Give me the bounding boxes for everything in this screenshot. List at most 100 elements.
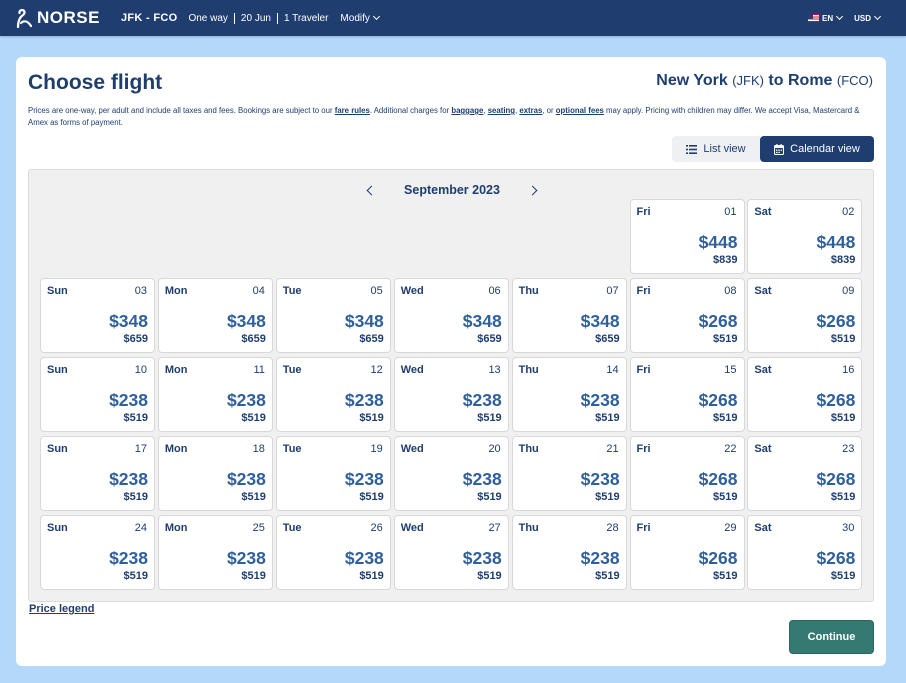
calendar-day-26[interactable]: Tue 26 $238 $519	[275, 515, 391, 590]
calendar-day-18[interactable]: Mon 18 $238 $519	[157, 436, 273, 511]
day-number: 25	[252, 522, 265, 534]
route-title: New York (JFK) to Rome (FCO)	[656, 72, 873, 90]
calendar-day-25[interactable]: Mon 25 $238 $519	[157, 515, 273, 590]
modify-label: Modify	[340, 12, 370, 24]
day-number: 07	[606, 285, 619, 297]
day-price: $238	[109, 390, 148, 410]
chevron-down-icon	[873, 12, 882, 21]
top-bar: NORSE JFK - FCO One way 20 Jun 1 Travele…	[0, 0, 906, 36]
day-name: Sun	[47, 285, 68, 297]
day-number: 11	[253, 364, 265, 376]
calendar-day-03[interactable]: Sun 03 $348 $659	[40, 278, 155, 353]
day-name: Sat	[754, 443, 772, 455]
day-price: $348	[580, 311, 620, 331]
day-secondary-price: $519	[477, 491, 502, 503]
header-tools: EN USD	[807, 0, 882, 36]
day-number: 16	[842, 364, 855, 376]
calendar-day-07[interactable]: Thu 07 $348 $659	[511, 278, 627, 353]
day-name: Tue	[282, 522, 302, 534]
day-number: 29	[724, 522, 737, 534]
day-price: $238	[344, 390, 384, 410]
day-secondary-price: $519	[477, 570, 502, 582]
day-price: $268	[816, 311, 856, 331]
day-price: $238	[580, 469, 620, 489]
calendar-day-20[interactable]: Wed 20 $238 $519	[393, 436, 509, 511]
day-secondary-price: $519	[123, 570, 148, 582]
baggage-link[interactable]: baggage	[451, 106, 483, 115]
day-number: 20	[488, 443, 501, 455]
day-name: Sat	[754, 285, 772, 297]
calendar-day-24[interactable]: Sun 24 $238 $519	[40, 515, 155, 590]
calendar-day-27[interactable]: Wed 27 $238 $519	[393, 515, 509, 590]
fare-rules-link[interactable]: fare rules	[335, 106, 370, 115]
day-secondary-price: $519	[359, 570, 384, 582]
calendar-day-09[interactable]: Sat 09 $268 $519	[747, 278, 863, 353]
previous-month-button[interactable]	[358, 180, 382, 200]
day-number: 06	[488, 285, 501, 297]
day-price: $348	[462, 311, 502, 331]
separator	[233, 12, 235, 24]
next-month-button[interactable]	[522, 180, 546, 200]
day-name: Sat	[754, 364, 772, 376]
calendar-view-button[interactable]: Calendar view	[760, 136, 874, 162]
extras-link[interactable]: extras	[519, 106, 542, 115]
origin-code: (JFK)	[732, 73, 764, 88]
calendar-day-13[interactable]: Wed 13 $238 $519	[393, 357, 509, 432]
calendar-day-29[interactable]: Fri 29 $268 $519	[629, 515, 745, 590]
modify-search-button[interactable]: Modify	[340, 12, 380, 24]
price-legend-link[interactable]: Price legend	[29, 603, 94, 615]
day-number: 18	[252, 443, 265, 455]
calendar-day-21[interactable]: Thu 21 $238 $519	[511, 436, 627, 511]
calendar-day-02[interactable]: Sat 02 $448 $839	[747, 199, 863, 274]
day-price: $238	[462, 390, 502, 410]
day-name: Tue	[282, 364, 302, 376]
list-view-button[interactable]: List view	[672, 136, 760, 162]
calendar-day-01[interactable]: Fri 01 $448 $839	[629, 199, 745, 274]
calendar-day-28[interactable]: Thu 28 $238 $519	[511, 515, 627, 590]
calendar-icon	[774, 143, 785, 155]
calendar-day-30[interactable]: Sat 30 $268 $519	[747, 515, 863, 590]
seating-link[interactable]: seating	[488, 106, 515, 115]
calendar-day-08[interactable]: Fri 08 $268 $519	[629, 278, 745, 353]
calendar-day-12[interactable]: Tue 12 $238 $519	[275, 357, 391, 432]
calendar-day-05[interactable]: Tue 05 $348 $659	[275, 278, 391, 353]
day-name: Fri	[636, 364, 651, 376]
day-price: $238	[109, 548, 148, 568]
calendar-day-19[interactable]: Tue 19 $238 $519	[275, 436, 391, 511]
calendar-day-14[interactable]: Thu 14 $238 $519	[511, 357, 627, 432]
calendar-day-22[interactable]: Fri 22 $268 $519	[629, 436, 745, 511]
day-name: Fri	[636, 443, 651, 455]
day-price: $268	[698, 469, 738, 489]
day-name: Sat	[754, 206, 772, 218]
calendar-day-10[interactable]: Sun 10 $238 $519	[40, 357, 155, 432]
day-number: 26	[370, 522, 383, 534]
day-price: $238	[580, 548, 620, 568]
continue-button[interactable]: Continue	[789, 620, 874, 654]
day-name: Sat	[754, 522, 772, 534]
day-secondary-price: $519	[359, 491, 384, 503]
day-secondary-price: $519	[830, 412, 856, 424]
calendar-day-23[interactable]: Sat 23 $268 $519	[747, 436, 863, 511]
calendar-day-06[interactable]: Wed 06 $348 $659	[393, 278, 509, 353]
day-secondary-price: $519	[830, 333, 856, 345]
pricing-info: Prices are one-way, per adult and includ…	[28, 105, 868, 129]
norse-swan-icon	[16, 8, 33, 29]
trip-summary: One way 20 Jun 1 Traveler	[188, 12, 329, 24]
optional-fees-link[interactable]: optional fees	[556, 106, 604, 115]
day-name: Tue	[282, 443, 302, 455]
traveler-count: 1 Traveler	[283, 12, 329, 24]
calendar-day-04[interactable]: Mon 04 $348 $659	[157, 278, 273, 353]
day-number: 30	[842, 522, 855, 534]
calendar-day-16[interactable]: Sat 16 $268 $519	[747, 357, 863, 432]
calendar-day-11[interactable]: Mon 11 $238 $519	[157, 357, 273, 432]
language-selector[interactable]: EN	[807, 12, 844, 23]
day-secondary-price: $519	[713, 570, 738, 582]
calendar-day-15[interactable]: Fri 15 $268 $519	[629, 357, 745, 432]
calendar-day-17[interactable]: Sun 17 $238 $519	[40, 436, 155, 511]
currency-selector[interactable]: USD	[854, 12, 882, 23]
day-name: Tue	[282, 285, 302, 297]
origin-city: New York	[656, 72, 728, 89]
norse-logo[interactable]: NORSE	[14, 0, 100, 36]
list-view-label: List view	[703, 143, 746, 155]
to-word: to	[768, 72, 784, 89]
